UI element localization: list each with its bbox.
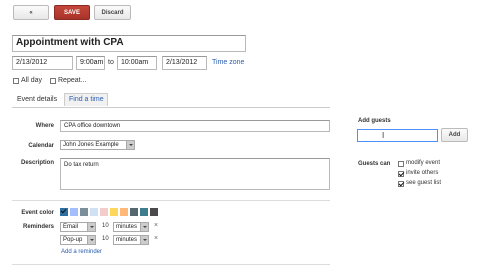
repeat-checkbox[interactable] (50, 78, 56, 84)
color-swatch[interactable] (110, 208, 118, 216)
all-day-label: All day (21, 77, 43, 84)
reminders-label: Reminders (22, 224, 54, 230)
remove-reminder-icon[interactable]: × (154, 235, 158, 242)
chevron-down-icon (87, 236, 95, 244)
color-swatch[interactable] (90, 208, 98, 216)
tabs-divider (12, 107, 330, 108)
calendar-select-value: John Jones Example (63, 142, 119, 148)
reminder-type-select[interactable]: Email (60, 222, 96, 232)
reminder-amount[interactable]: 10 (102, 223, 109, 229)
event-color-label: Event color (21, 210, 54, 216)
description-textarea[interactable]: Do tax return (60, 158, 330, 190)
repeat-label: Repeat... (58, 77, 87, 84)
color-swatch[interactable] (70, 208, 78, 216)
discard-button[interactable]: Discard (94, 5, 131, 20)
color-swatch-selected[interactable] (60, 208, 68, 216)
reminder-type-value: Pop-up (63, 237, 83, 243)
remove-reminder-icon[interactable]: × (154, 222, 158, 229)
timezone-link[interactable]: Time zone (212, 59, 244, 66)
invite-others-label: invite others (406, 170, 439, 176)
save-button[interactable]: SAVE (54, 5, 90, 20)
color-swatch[interactable] (130, 208, 138, 216)
chevron-down-icon (140, 236, 148, 244)
add-guests-label: Add guests (358, 118, 391, 124)
modify-event-checkbox[interactable] (398, 161, 404, 167)
calendar-select[interactable]: John Jones Example (60, 140, 135, 150)
tab-find-a-time-label: Find a time (69, 96, 104, 103)
color-swatch[interactable] (80, 208, 88, 216)
all-day-checkbox[interactable] (13, 78, 19, 84)
back-arrow-icon: « (29, 9, 33, 16)
chevron-down-icon (87, 223, 95, 231)
add-guests-input[interactable] (357, 129, 438, 142)
reminder-unit-select[interactable]: minutes (113, 222, 149, 232)
modify-event-label: modify event (406, 160, 441, 166)
back-button[interactable]: « (13, 5, 49, 20)
to-label: to (108, 59, 114, 66)
reminder-type-value: Email (63, 224, 79, 230)
color-swatch[interactable] (100, 208, 108, 216)
reminder-unit-value: minutes (116, 237, 138, 243)
see-guest-list-checkbox[interactable] (398, 181, 404, 187)
invite-others-checkbox[interactable] (398, 171, 404, 177)
calendar-label: Calendar (28, 143, 54, 149)
description-label: Description (20, 160, 54, 166)
start-time-input[interactable]: 9:00am (76, 56, 105, 70)
tab-event-details[interactable]: Event details (17, 96, 57, 103)
chevron-down-icon (126, 141, 134, 149)
add-reminder-link[interactable]: Add a reminder (61, 249, 102, 255)
check-icon (61, 209, 67, 215)
end-time-input[interactable]: 10:00am (117, 56, 157, 70)
section-divider (12, 200, 330, 201)
see-guest-list-label: see guest list (406, 180, 442, 186)
where-input[interactable]: CPA office downtown (60, 120, 330, 132)
end-date-input[interactable]: 2/13/2012 (162, 56, 207, 70)
event-color-swatches (60, 208, 160, 218)
reminder-type-select[interactable]: Pop-up (60, 235, 96, 245)
guests-can-label: Guests can (358, 161, 391, 167)
text-cursor-icon: I (382, 131, 385, 140)
reminder-unit-value: minutes (116, 224, 138, 230)
chevron-down-icon (140, 223, 148, 231)
color-swatch[interactable] (150, 208, 158, 216)
tab-find-a-time[interactable]: Find a time (64, 93, 108, 106)
add-guest-button[interactable]: Add (441, 128, 468, 142)
event-title-input[interactable]: Appointment with CPA (12, 35, 246, 52)
reminder-unit-select[interactable]: minutes (113, 235, 149, 245)
color-swatch[interactable] (140, 208, 148, 216)
reminder-amount[interactable]: 10 (102, 236, 109, 242)
bottom-divider (12, 264, 330, 265)
color-swatch[interactable] (120, 208, 128, 216)
start-date-input[interactable]: 2/13/2012 (12, 56, 73, 70)
where-label: Where (35, 123, 54, 129)
